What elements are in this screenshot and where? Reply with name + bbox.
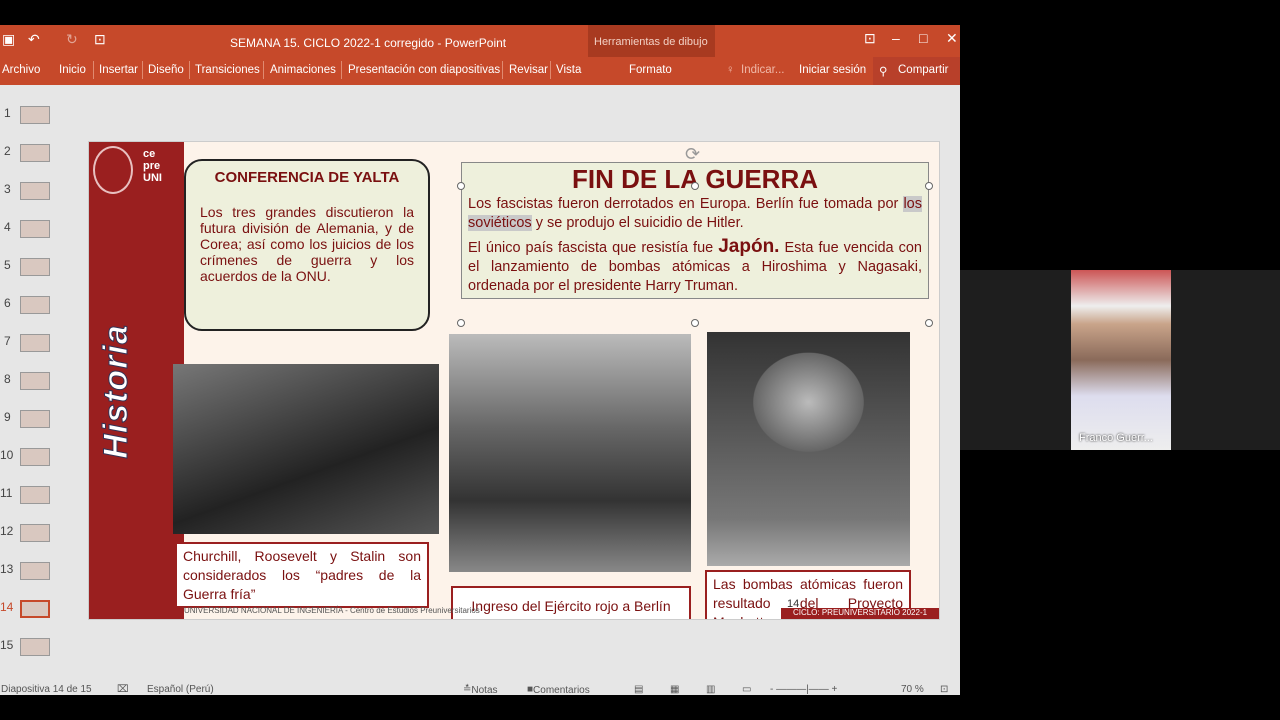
slide-thumb[interactable]: 1 bbox=[0, 100, 60, 130]
status-bar: Diapositiva 14 de 15 ⌧ Español (Perú) ≛ … bbox=[0, 683, 960, 696]
slideshow-icon[interactable]: ▭ bbox=[742, 684, 751, 695]
notes-button[interactable]: ≛ Notas bbox=[463, 684, 498, 696]
tab-insertar[interactable]: Insertar bbox=[99, 64, 138, 76]
resize-handle[interactable] bbox=[925, 319, 933, 327]
resize-handle[interactable] bbox=[457, 319, 465, 327]
fin-paragraph-1: Los fascistas fueron derrotados en Europ… bbox=[468, 196, 922, 231]
close-button[interactable]: ✕ bbox=[946, 30, 958, 47]
slide-thumb[interactable]: 8 bbox=[0, 366, 60, 396]
tab-vista[interactable]: Vista bbox=[556, 64, 581, 76]
spellcheck-icon[interactable]: ⌧ bbox=[117, 684, 129, 695]
slide-thumb[interactable]: 13 bbox=[0, 556, 60, 586]
powerpoint-window: ▣ ↶ ↻ ⊡ SEMANA 15. CICLO 2022-1 corregid… bbox=[0, 25, 960, 696]
slide-counter: Diapositiva 14 de 15 bbox=[1, 684, 92, 695]
resize-handle[interactable] bbox=[925, 182, 933, 190]
resize-handle[interactable] bbox=[691, 182, 699, 190]
atomic-bomb-photo bbox=[707, 332, 910, 566]
sign-in-link[interactable]: Iniciar sesión bbox=[799, 64, 866, 76]
caption-yalta[interactable]: Churchill, Roosevelt y Stalin son consid… bbox=[175, 542, 429, 608]
comments-button[interactable]: ■ Comentarios bbox=[527, 684, 590, 696]
tab-inicio[interactable]: Inicio bbox=[59, 64, 86, 76]
yalta-box[interactable]: CONFERENCIA DE YALTA Los tres grandes di… bbox=[184, 159, 430, 331]
slide-thumb[interactable]: 2 bbox=[0, 138, 60, 168]
slide-thumb[interactable]: 11 bbox=[0, 480, 60, 510]
present-icon[interactable]: ⊡ bbox=[94, 31, 106, 48]
yalta-title: CONFERENCIA DE YALTA bbox=[214, 169, 400, 186]
lightbulb-icon: ♀ bbox=[726, 64, 735, 76]
cepre-logo: ce pre UNI bbox=[143, 148, 162, 184]
fin-paragraph-2: El único país fascista que resistía fue … bbox=[468, 236, 922, 294]
person-icon: ⚲ bbox=[879, 66, 888, 78]
footer-right: CICLO: PREUNIVERSITARIO 2022-1 bbox=[781, 608, 939, 619]
university-seal bbox=[93, 146, 133, 194]
title-bar: ▣ ↶ ↻ ⊡ SEMANA 15. CICLO 2022-1 corregid… bbox=[0, 25, 960, 57]
slide-thumb[interactable]: 4 bbox=[0, 214, 60, 244]
yalta-body: Los tres grandes discutieron la futura d… bbox=[200, 204, 414, 284]
reading-view-icon[interactable]: ▥ bbox=[706, 684, 715, 695]
slide-thumb[interactable]: 9 bbox=[0, 404, 60, 434]
minimize-button[interactable]: – bbox=[892, 30, 900, 46]
video-panel: Franco Guerr... bbox=[960, 270, 1280, 450]
share-button[interactable]: ⚲ Compartir bbox=[873, 57, 960, 85]
share-label: Compartir bbox=[898, 64, 949, 76]
slide-thumb[interactable]: 5 bbox=[0, 252, 60, 282]
slide-thumbnails: 1 2 3 4 5 6 7 8 9 10 11 12 13 14 15 bbox=[0, 85, 62, 685]
sorter-view-icon[interactable]: ▦ bbox=[670, 684, 679, 695]
berlin-photo bbox=[449, 334, 691, 572]
undo-icon[interactable]: ↶ bbox=[28, 31, 40, 48]
tab-animaciones[interactable]: Animaciones bbox=[270, 64, 336, 76]
yalta-photo bbox=[173, 364, 439, 534]
tab-transiciones[interactable]: Transiciones bbox=[195, 64, 260, 76]
language[interactable]: Español (Perú) bbox=[147, 684, 214, 695]
slide-thumb[interactable]: 7 bbox=[0, 328, 60, 358]
slide-canvas[interactable]: ce pre UNI Historia CONFERENCIA DE YALTA… bbox=[88, 141, 940, 620]
fin-title: FIN DE LA GUERRA bbox=[571, 164, 819, 194]
rotate-handle-icon[interactable]: ⟳ bbox=[685, 144, 700, 165]
fit-slide-icon[interactable]: ⊡ bbox=[940, 684, 948, 695]
normal-view-icon[interactable]: ▤ bbox=[634, 684, 643, 695]
resize-handle[interactable] bbox=[691, 319, 699, 327]
caption-berlin[interactable]: Ingreso del Ejército rojo a Berlín bbox=[451, 586, 691, 619]
tab-formato[interactable]: Formato bbox=[629, 64, 672, 76]
slide-thumb[interactable]: 3 bbox=[0, 176, 60, 206]
tab-archivo[interactable]: Archivo bbox=[2, 64, 40, 76]
tab-revisar[interactable]: Revisar bbox=[509, 64, 548, 76]
redo-icon[interactable]: ↻ bbox=[66, 31, 78, 48]
slide-thumb[interactable]: 12 bbox=[0, 518, 60, 548]
zoom-level[interactable]: 70 % bbox=[901, 684, 924, 695]
resize-handle[interactable] bbox=[457, 182, 465, 190]
slide-thumb-selected[interactable]: 14 bbox=[0, 594, 60, 624]
participant-name: Franco Guerr... bbox=[1079, 432, 1153, 444]
tell-me-box[interactable]: Indicar... bbox=[741, 64, 784, 76]
slide-thumb[interactable]: 10 bbox=[0, 442, 60, 472]
drawing-tools-label: Herramientas de dibujo bbox=[594, 36, 708, 48]
tab-presentacion[interactable]: Presentación con diapositivas bbox=[348, 64, 500, 76]
side-band: ce pre UNI Historia bbox=[89, 142, 184, 619]
participant-video[interactable]: Franco Guerr... bbox=[1071, 270, 1171, 450]
zoom-slider[interactable]: - ———|—— + bbox=[770, 684, 837, 695]
vertical-title: Historia bbox=[96, 324, 135, 460]
tab-diseno[interactable]: Diseño bbox=[148, 64, 184, 76]
maximize-button[interactable]: □ bbox=[919, 30, 927, 46]
slide-thumb[interactable]: 6 bbox=[0, 290, 60, 320]
footer-left: UNIVERSIDAD NACIONAL DE INGENIERÍA - Cen… bbox=[184, 606, 480, 615]
slide-thumb[interactable]: 15 bbox=[0, 632, 60, 662]
ribbon-tabs: Archivo Inicio Insertar Diseño Transicio… bbox=[0, 57, 960, 85]
ribbon-display-icon[interactable]: ⊡ bbox=[864, 30, 876, 47]
window-title: SEMANA 15. CICLO 2022-1 corregido - Powe… bbox=[230, 36, 507, 50]
save-icon[interactable]: ▣ bbox=[2, 31, 15, 48]
